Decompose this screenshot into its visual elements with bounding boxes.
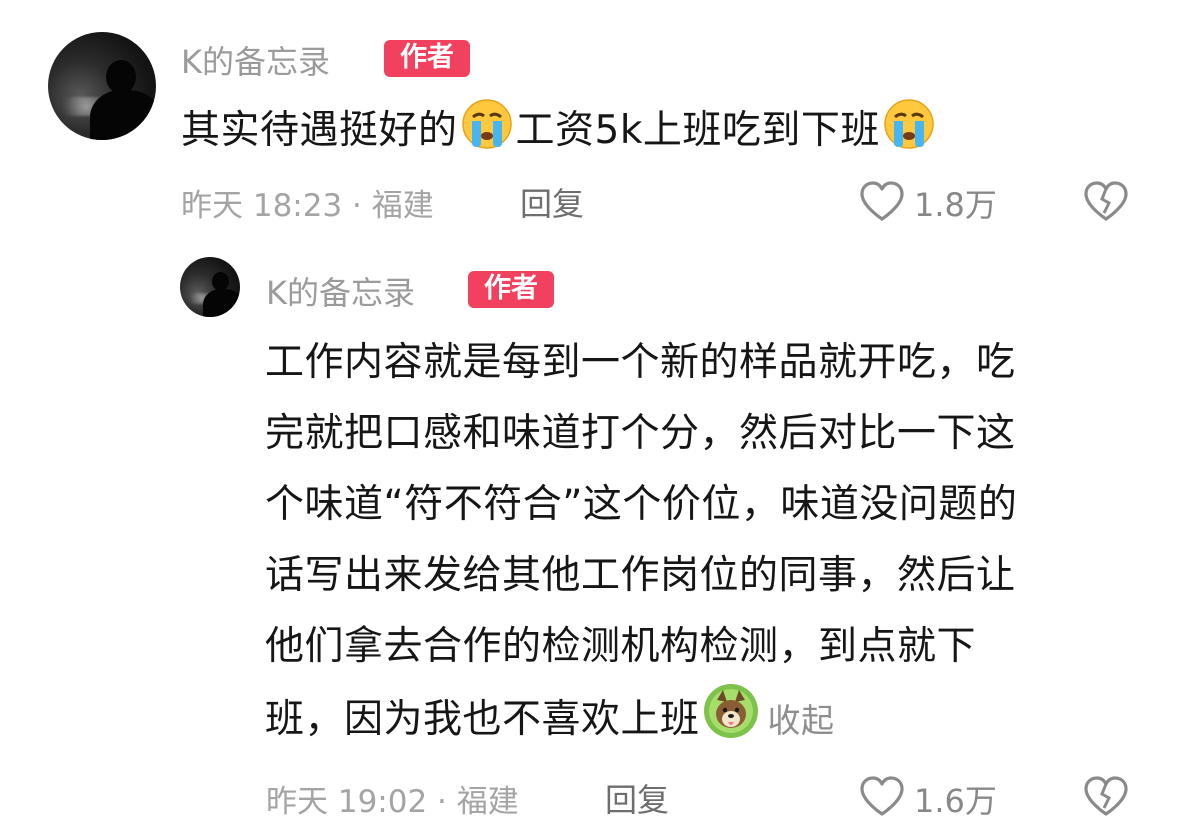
reply-text-line: 个味道“符不符合”这个价位，味道没问题的 [265, 482, 1018, 527]
reply-author-badge: 作者 [468, 271, 554, 308]
reply-author-name[interactable]: K的备忘录 [266, 268, 415, 314]
reply-reply-button[interactable]: 回复 [605, 775, 669, 821]
reply-text-line: 他们拿去合作的检测机构检测，到点就下 [265, 624, 977, 669]
comment-author-name[interactable]: K的备忘录 [181, 37, 330, 83]
comment-text: 其实待遇挺好的 工资5k上班吃到下班 [181, 95, 938, 174]
reply-dislike-broken-heart-icon[interactable] [1082, 775, 1130, 821]
comment-avatar[interactable] [48, 32, 156, 140]
dog-sticker-icon [702, 682, 760, 763]
reply-text: 工作内容就是每到一个新的样品就开吃，吃 完就把口感和味道打个分，然后对比一下这 … [265, 327, 1145, 763]
reply-text-last-line: 班，因为我也不喜欢上班 收起 [265, 682, 1145, 763]
reply-text-line: 完就把口感和味道打个分，然后对比一下这 [265, 411, 1016, 456]
like-heart-icon[interactable] [858, 180, 906, 226]
dislike-broken-heart-icon[interactable] [1082, 180, 1130, 226]
collapse-button[interactable]: 收起 [768, 701, 835, 740]
reply-text-line: 工作内容就是每到一个新的样品就开吃，吃 [265, 340, 1016, 385]
comment-text-part1: 其实待遇挺好的 [181, 108, 458, 153]
comment-text-part2: 工资5k上班吃到下班 [515, 108, 880, 153]
crying-face-emoji-icon [460, 97, 514, 174]
reply-like-count: 1.6万 [914, 782, 997, 820]
comment-meta: 昨天 18:23 · 福建 [181, 188, 434, 224]
reply-text-last: 班，因为我也不喜欢上班 [265, 697, 700, 742]
comment-like-count: 1.8万 [914, 186, 997, 224]
author-badge: 作者 [384, 40, 470, 77]
reply-text-line: 话写出来发给其他工作岗位的同事，然后让 [265, 553, 1016, 598]
reply-meta: 昨天 19:02 · 福建 [266, 784, 519, 820]
reply-like-heart-icon[interactable] [858, 775, 906, 821]
reply-avatar[interactable] [180, 257, 240, 317]
crying-face-emoji-icon-2 [882, 97, 936, 174]
comment-reply-button[interactable]: 回复 [520, 179, 584, 225]
